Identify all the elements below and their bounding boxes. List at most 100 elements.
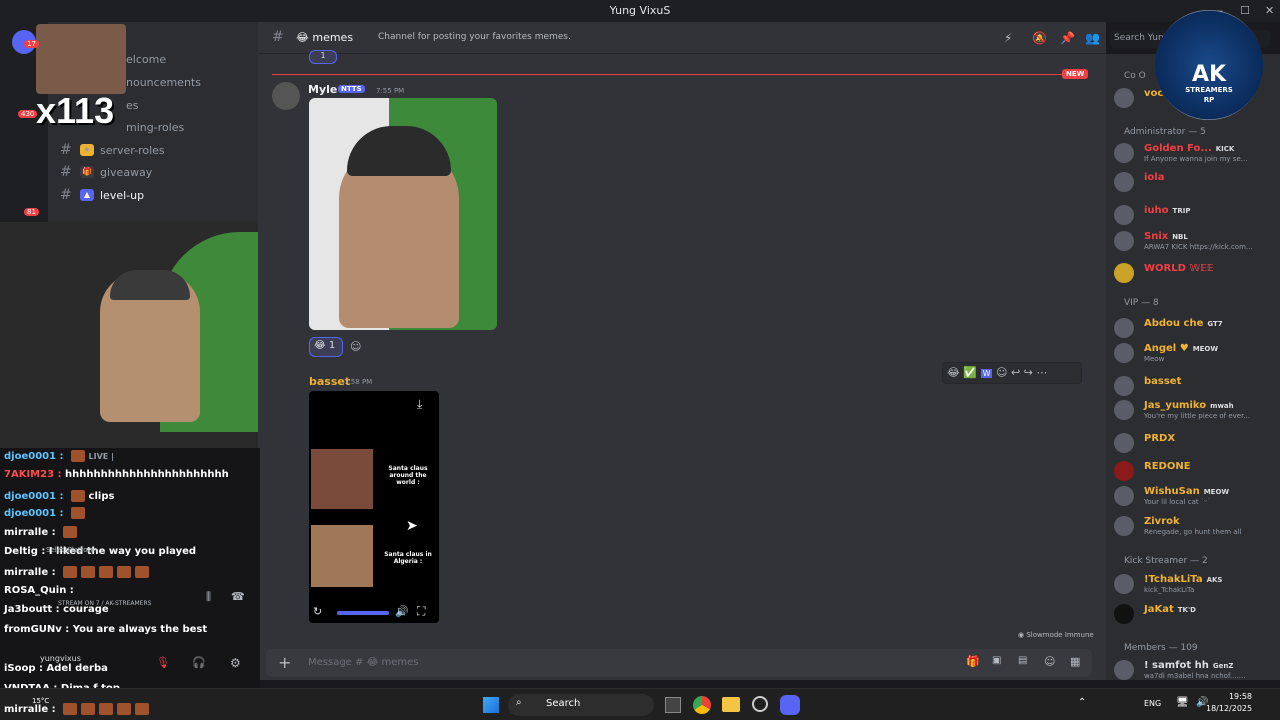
channel-giveaway[interactable]: # 🎁 giveaway [60, 162, 152, 182]
member-item[interactable]: Angel ♥ MEOW Meow [1114, 343, 1274, 367]
member-tag: KICK [1215, 145, 1235, 153]
member-item[interactable]: Abdou che GT7 [1114, 318, 1274, 342]
member-item[interactable]: REDONE [1114, 461, 1274, 485]
member-item[interactable]: iola [1114, 172, 1274, 196]
task-view-icon[interactable] [665, 697, 681, 713]
discord-icon[interactable] [780, 695, 800, 715]
video-caption: Santa claus in Algeria : [384, 551, 432, 565]
avatar[interactable] [272, 82, 300, 110]
w-reaction-icon[interactable]: W [980, 369, 993, 378]
member-status: You're my little piece of ever... [1144, 412, 1251, 420]
member-item[interactable]: iuho TRIP [1114, 205, 1274, 229]
member-name: WishuSan [1144, 486, 1200, 497]
current-username: yungvixus [40, 654, 81, 663]
clock-time[interactable]: 19:58 [1222, 692, 1252, 701]
add-reaction-icon[interactable]: ☺ [350, 340, 361, 353]
windows-start-icon[interactable] [483, 697, 499, 713]
file-explorer-icon[interactable] [722, 697, 740, 712]
reaction-chip[interactable]: 1 [309, 50, 337, 64]
message-author[interactable]: Myle [308, 83, 337, 96]
channel-name: 😂 memes [296, 31, 353, 44]
member-item[interactable]: WORLD 𝕎𝔼𝔼 [1114, 263, 1274, 287]
taskbar-search[interactable]: ⌕ Search [508, 694, 654, 716]
laugh-reaction-icon[interactable]: 😂 [947, 366, 960, 379]
more-icon[interactable]: ⋯ [1036, 366, 1047, 379]
download-icon[interactable]: ⤓ [417, 397, 422, 412]
headset-deafened-icon[interactable]: 🎧 [192, 656, 206, 669]
tray-arrow-icon[interactable]: ⌃ [1078, 697, 1086, 708]
fullscreen-icon[interactable]: ⛶ [417, 604, 425, 619]
threads-icon[interactable]: ⚡ [1004, 31, 1012, 45]
soundboard-icon[interactable]: ⫼ [206, 590, 211, 604]
channel-gaming-roles[interactable]: ming-roles [126, 117, 184, 137]
member-item[interactable]: WishuSan MEOW Your lil local cat ˙ᵕ˙ [1114, 486, 1274, 510]
channel-level-up[interactable]: # ▲ level-up [60, 185, 144, 205]
platform-label: SelectPlatform [46, 546, 98, 554]
settings-gear-icon[interactable]: ⚙ [230, 656, 241, 670]
member-item[interactable]: PRDX [1114, 433, 1274, 457]
member-name: iuho [1144, 205, 1169, 216]
member-tag: NBL [1172, 233, 1188, 241]
mic-muted-icon[interactable]: 🎙 [156, 656, 170, 669]
avatar [1114, 205, 1134, 225]
notification-icon[interactable]: 🔕 [1032, 31, 1047, 45]
member-item[interactable]: Golden Fo... KICK If Anyone wanna join my … [1114, 143, 1274, 167]
gift-icon[interactable]: 🎁 [966, 655, 980, 668]
maximize-button[interactable]: ☐ [1240, 4, 1250, 17]
member-item[interactable]: Zivrok Renegade, go hunt them all [1114, 516, 1274, 540]
channel-header: # 😂 memes Channel for posting your favor… [258, 22, 1106, 54]
emote-icon [117, 703, 132, 715]
avatar [1114, 461, 1134, 481]
avatar [1114, 376, 1134, 396]
replay-icon[interactable]: ↻ [313, 605, 322, 618]
obs-icon[interactable] [752, 696, 768, 712]
pin-icon[interactable]: 📌 [1060, 31, 1075, 45]
member-item[interactable]: !TchakLiTa AKS kick_TchakLiTa [1114, 574, 1274, 598]
hash-icon: # [60, 187, 72, 203]
clock-date[interactable]: 18/12/2025 [1206, 704, 1252, 713]
video-player[interactable]: ⤓ Santa claus around the world : Santa c… [309, 391, 439, 623]
language-indicator[interactable]: ENG [1144, 699, 1161, 708]
member-tag: TK'D [1177, 606, 1196, 614]
gift-icon: 🎁 [80, 166, 94, 178]
avatar [1114, 516, 1134, 536]
member-item[interactable]: JaKat TK'D [1114, 604, 1274, 628]
member-item[interactable]: ! samfot hh GenZ wa7di m3abel hna nchof...… [1114, 660, 1274, 684]
member-item[interactable]: Snix NBL ARWA7 KICK https://kick.com... [1114, 231, 1274, 255]
member-status: Your lil local cat ˙ᵕ˙ [1144, 498, 1211, 506]
add-attachment-icon[interactable]: + [278, 653, 291, 672]
close-button[interactable]: ✕ [1265, 4, 1274, 17]
message-image[interactable] [309, 98, 497, 330]
network-icon[interactable]: 🖥 [1176, 697, 1189, 708]
emote-icon [63, 703, 78, 715]
channel-server-roles[interactable]: # ★ server-roles [60, 140, 165, 160]
reply-icon[interactable]: ↩ [1011, 366, 1020, 379]
member-category: Kick Streamer — 2 [1124, 556, 1208, 566]
members-icon[interactable]: 👥 [1085, 31, 1100, 45]
member-name: PRDX [1144, 433, 1176, 444]
member-item[interactable]: basset [1114, 376, 1274, 400]
add-reaction-icon[interactable]: ☺ [996, 366, 1007, 379]
volume-icon[interactable]: 🔊 [395, 605, 409, 618]
sticker-icon[interactable]: ▤ [1018, 655, 1027, 666]
channel-welcome[interactable]: elcome [126, 49, 166, 69]
new-divider [272, 74, 1082, 75]
message-time: 7:55 PM [376, 87, 405, 95]
forward-icon[interactable]: ↪ [1024, 366, 1033, 379]
gif-icon[interactable]: ▣ [992, 655, 1001, 666]
chrome-icon[interactable] [693, 696, 711, 714]
channel-announcements[interactable]: nouncements [126, 72, 201, 92]
progress-bar[interactable] [337, 611, 389, 615]
check-reaction-icon[interactable]: ✅ [963, 366, 977, 379]
chat-user: ROSA_Quin [4, 585, 67, 596]
reaction-chip[interactable]: 😂 1 [309, 337, 343, 357]
level-icon: ▲ [80, 189, 94, 201]
message-input[interactable]: + Message # 😂 memes 🎁 ▣ ▤ ☺ ▦ [266, 649, 1092, 677]
emoji-icon[interactable]: ☺ [1044, 655, 1055, 668]
chat-user: fromGUNv [4, 624, 62, 635]
channel-es[interactable]: es [126, 95, 139, 115]
member-item[interactable]: Jas_yumiko mwah You're my little piece of … [1114, 400, 1274, 424]
hash-icon: # [272, 29, 284, 45]
disconnect-icon[interactable]: ☎ [231, 590, 245, 603]
apps-icon[interactable]: ▦ [1070, 655, 1080, 668]
